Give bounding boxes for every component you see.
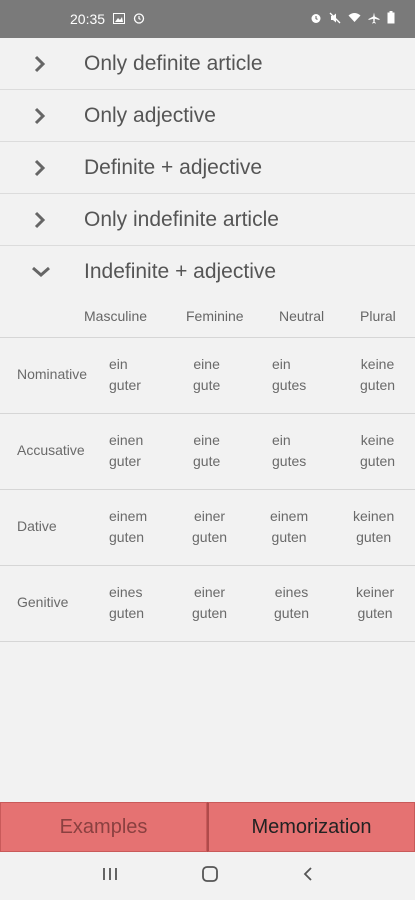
cell-line: gutes	[272, 377, 307, 393]
table-cell: keinen guten	[353, 506, 394, 548]
examples-button[interactable]: Examples	[0, 802, 207, 852]
table-row-nominative: Nominative ein guter eine gute ein gutes ke…	[0, 338, 415, 414]
section-label: Definite + adjective	[84, 155, 263, 179]
table-cell: eine gute	[193, 354, 220, 396]
section-indefinite-adjective[interactable]: Indefinite + adjective	[0, 246, 415, 298]
cell-line: einem	[109, 508, 148, 524]
table-cell: eines guten	[109, 582, 144, 624]
case-label: Accusative	[17, 442, 85, 458]
table-cell: einem guten	[109, 506, 147, 548]
cell-line: guten	[192, 529, 228, 545]
back-icon[interactable]	[302, 866, 314, 887]
table-row-dative: Dative einem guten einer guten einem guten …	[0, 490, 415, 566]
table-cell: keiner guten	[356, 582, 394, 624]
cell-line: guter	[109, 453, 141, 469]
section-only-definite-article[interactable]: Only definite article	[0, 38, 415, 90]
cell-line: eines	[274, 584, 309, 600]
cell-line: keiner	[356, 584, 395, 600]
section-label: Only adjective	[84, 103, 216, 127]
cell-line: einen	[109, 432, 144, 448]
section-label: Indefinite + adjective	[84, 260, 277, 283]
case-label: Dative	[17, 518, 57, 534]
cell-line: guter	[109, 377, 141, 393]
cell-line: guten	[360, 377, 396, 393]
cell-line: guten	[192, 605, 228, 621]
cell-line: gute	[193, 453, 221, 469]
column-header-masculine: Masculine	[84, 308, 148, 324]
table-cell: einem guten	[270, 506, 308, 548]
cell-line: guten	[109, 605, 145, 621]
chevron-right-icon	[0, 211, 84, 229]
image-icon	[113, 12, 126, 26]
table-cell: keine guten	[360, 354, 395, 396]
column-header-neutral: Neutral	[279, 308, 325, 324]
cell-line: ein	[109, 356, 128, 372]
table-row-accusative: Accusative einen guter eine gute ein gutes …	[0, 414, 415, 490]
section-label: Only definite article	[84, 51, 263, 75]
cell-line: guten	[360, 453, 396, 469]
case-label: Nominative	[17, 366, 88, 382]
cell-line: gute	[193, 377, 221, 393]
table-header: Masculine Feminine Neutral Plural	[0, 298, 415, 338]
status-left: 20:35	[70, 11, 145, 27]
cell-line: keinen	[353, 508, 395, 524]
column-header-plural: Plural	[360, 308, 396, 324]
case-label: Genitive	[17, 594, 69, 610]
cell-line: guten	[357, 605, 393, 621]
cell-line: eine	[193, 356, 220, 372]
cell-line: guten	[274, 605, 310, 621]
content: Only definite article Only adjective Def…	[0, 38, 415, 642]
chevron-right-icon	[0, 159, 84, 177]
cell-line: einem	[270, 508, 309, 524]
table-cell: einer guten	[192, 506, 227, 548]
cell-line: gutes	[272, 453, 307, 469]
status-right	[310, 11, 395, 27]
table-cell: keine guten	[360, 430, 395, 472]
chevron-right-icon	[0, 107, 84, 125]
table-cell: ein guter	[109, 354, 141, 396]
section-definite-adjective[interactable]: Definite + adjective	[0, 142, 415, 194]
cell-line: keine	[360, 356, 395, 372]
cell-line: ein	[272, 432, 291, 448]
column-header-feminine: Feminine	[186, 308, 244, 324]
chevron-down-icon	[0, 266, 84, 278]
bottom-action-bar: Examples Memorization	[0, 802, 415, 852]
table-cell: ein gutes	[272, 430, 306, 472]
home-icon[interactable]	[201, 865, 219, 888]
status-time: 20:35	[70, 11, 106, 27]
battery-icon	[387, 11, 395, 27]
chevron-right-icon	[0, 55, 84, 73]
cell-line: guten	[271, 529, 307, 545]
recent-apps-icon[interactable]	[101, 866, 119, 887]
wifi-icon	[348, 12, 361, 26]
cell-line: einer	[193, 584, 226, 600]
cell-line: ein	[272, 356, 291, 372]
status-bar: 20:35	[0, 0, 415, 38]
cell-line: eine	[193, 432, 220, 448]
section-only-adjective[interactable]: Only adjective	[0, 90, 415, 142]
cell-line: einer	[193, 508, 226, 524]
table-cell: eine gute	[193, 430, 220, 472]
alarm-icon	[310, 12, 322, 27]
table-cell: einen guter	[109, 430, 143, 472]
section-label: Only indefinite article	[84, 207, 279, 231]
navigation-bar	[0, 852, 415, 900]
table-row-genitive: Genitive eines guten einer guten eines gute…	[0, 566, 415, 642]
cell-line: guten	[109, 529, 145, 545]
cell-line: guten	[356, 529, 392, 545]
table-cell: einer guten	[192, 582, 227, 624]
section-only-indefinite-article[interactable]: Only indefinite article	[0, 194, 415, 246]
mute-icon	[329, 12, 341, 27]
airplane-icon	[368, 12, 380, 27]
memorization-button[interactable]: Memorization	[207, 802, 415, 852]
alarm-icon	[133, 12, 145, 26]
table-cell: eines guten	[274, 582, 309, 624]
table-cell: ein gutes	[272, 354, 306, 396]
cell-line: eines	[109, 584, 143, 600]
cell-line: keine	[360, 432, 395, 448]
